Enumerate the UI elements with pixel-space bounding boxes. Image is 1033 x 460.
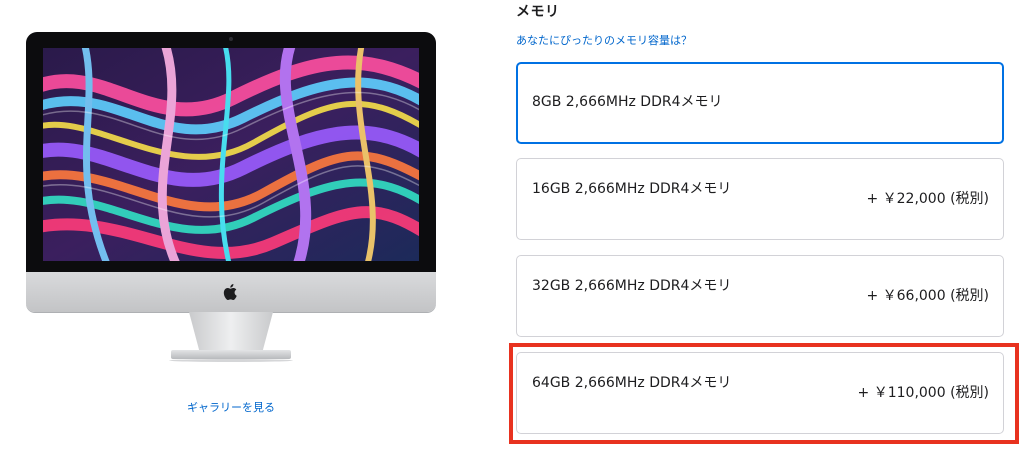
imac-chin (26, 272, 436, 312)
memory-option-64gb[interactable]: 64GB 2,666MHz DDR4メモリ + ￥110,000 (税別) (516, 352, 1004, 434)
option-label: 8GB 2,666MHz DDR4メモリ (532, 94, 723, 110)
memory-option-32gb[interactable]: 32GB 2,666MHz DDR4メモリ + ￥66,000 (税別) (516, 255, 1004, 337)
memory-option-16gb[interactable]: 16GB 2,666MHz DDR4メモリ + ￥22,000 (税別) (516, 158, 1004, 240)
memory-help-link[interactable]: あなたにぴったりのメモリ容量は？ (516, 32, 692, 48)
imac-display-bezel (26, 32, 436, 272)
imac-screen-wallpaper (43, 48, 419, 261)
imac-stand-neck (189, 312, 273, 350)
option-price: + ￥66,000 (税別) (866, 288, 989, 304)
wallpaper-art (43, 48, 419, 261)
memory-section-title: メモリ (516, 4, 560, 20)
imac-stand-shadow (169, 359, 293, 362)
product-image (26, 32, 436, 362)
option-label: 64GB 2,666MHz DDR4メモリ (532, 375, 732, 391)
imac-stand-foot (171, 350, 291, 359)
option-price: + ￥22,000 (税別) (866, 191, 989, 207)
apple-logo-icon (223, 284, 237, 300)
camera-dot (229, 37, 233, 41)
option-label: 32GB 2,666MHz DDR4メモリ (532, 278, 732, 294)
memory-option-8gb[interactable]: 8GB 2,666MHz DDR4メモリ (516, 62, 1004, 144)
option-price: + ￥110,000 (税別) (857, 385, 989, 401)
gallery-link[interactable]: ギャラリーを見る (181, 399, 281, 415)
option-label: 16GB 2,666MHz DDR4メモリ (532, 181, 732, 197)
